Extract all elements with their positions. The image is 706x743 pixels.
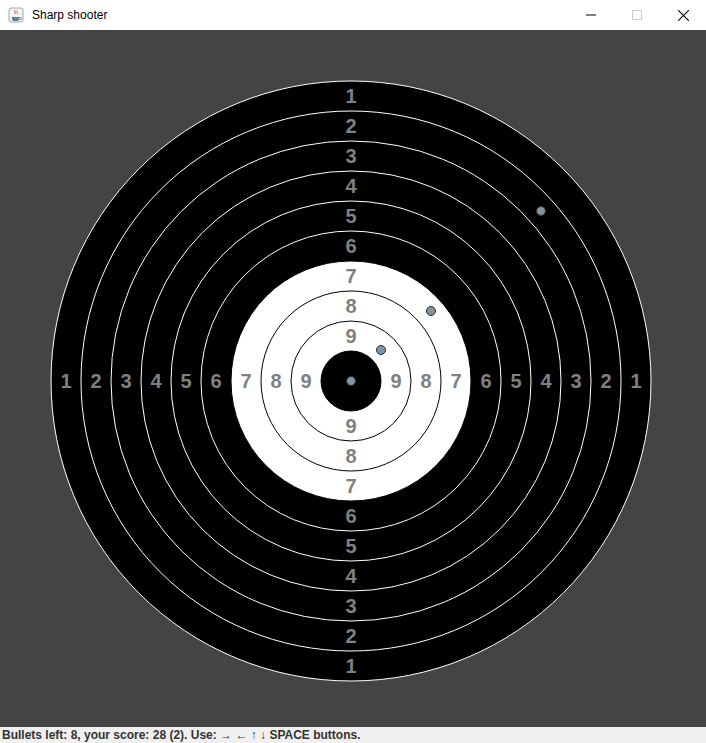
minimize-button[interactable] <box>568 0 614 30</box>
ring-label: 6 <box>345 235 356 257</box>
close-button[interactable] <box>660 0 706 30</box>
ring-label: 8 <box>345 295 356 317</box>
ring-label: 2 <box>345 625 356 647</box>
target-drawing: 111122223333444455556666777788889999 <box>0 30 706 727</box>
minimize-icon <box>586 10 596 20</box>
ring-label: 7 <box>345 475 356 497</box>
ring-label: 5 <box>345 205 356 227</box>
ring-label: 3 <box>120 370 131 392</box>
ring-label: 5 <box>180 370 191 392</box>
ring-label: 3 <box>570 370 581 392</box>
ring-label: 4 <box>345 175 357 197</box>
bullet-hole <box>537 207 546 216</box>
ring-label: 5 <box>510 370 521 392</box>
ring-label: 6 <box>345 505 356 527</box>
ring-label: 5 <box>345 535 356 557</box>
ring-label: 2 <box>600 370 611 392</box>
target-ring <box>111 141 591 621</box>
target-ring <box>141 171 561 591</box>
target-ring <box>261 291 441 471</box>
ring-label: 9 <box>345 325 356 347</box>
ring-label: 6 <box>480 370 491 392</box>
ring-label: 2 <box>345 115 356 137</box>
ring-label: 1 <box>630 370 641 392</box>
ring-label: 9 <box>300 370 311 392</box>
ring-label: 4 <box>540 370 552 392</box>
ring-label: 2 <box>90 370 101 392</box>
ring-label: 1 <box>60 370 71 392</box>
ring-label: 1 <box>345 655 356 677</box>
target-ring <box>81 111 621 651</box>
target-ring <box>51 81 651 681</box>
app-window: Sharp shooter111122223333444455556666777… <box>0 0 706 743</box>
ring-label: 9 <box>390 370 401 392</box>
bullet-hole <box>347 377 356 386</box>
bullet-hole <box>427 307 436 316</box>
ring-label: 4 <box>345 565 357 587</box>
target-ring <box>231 261 471 501</box>
ring-label: 7 <box>345 265 356 287</box>
ring-label: 8 <box>270 370 281 392</box>
maximize-icon <box>632 10 642 20</box>
target-ring <box>171 201 531 561</box>
ring-label: 3 <box>345 145 356 167</box>
ring-label: 8 <box>345 445 356 467</box>
ring-label: 1 <box>345 85 356 107</box>
ring-label: 8 <box>420 370 431 392</box>
ring-label: 7 <box>450 370 461 392</box>
game-canvas[interactable]: 111122223333444455556666777788889999 <box>0 30 706 727</box>
ring-label: 3 <box>345 595 356 617</box>
close-icon <box>678 10 689 21</box>
target-ring <box>291 321 411 441</box>
ring-label: 7 <box>240 370 251 392</box>
bullet-hole <box>377 346 386 355</box>
title-bar: Sharp shooter <box>0 0 706 30</box>
status-bar: Bullets left: 8, your score: 28 (2). Use… <box>0 727 706 743</box>
ring-label: 6 <box>210 370 221 392</box>
window-title: Sharp shooter <box>32 8 568 22</box>
maximize-button <box>614 0 660 30</box>
target-ring <box>201 231 501 531</box>
ring-label: 4 <box>150 370 162 392</box>
java-icon <box>8 7 24 23</box>
ring-label: 9 <box>345 415 356 437</box>
bullseye <box>321 351 381 411</box>
